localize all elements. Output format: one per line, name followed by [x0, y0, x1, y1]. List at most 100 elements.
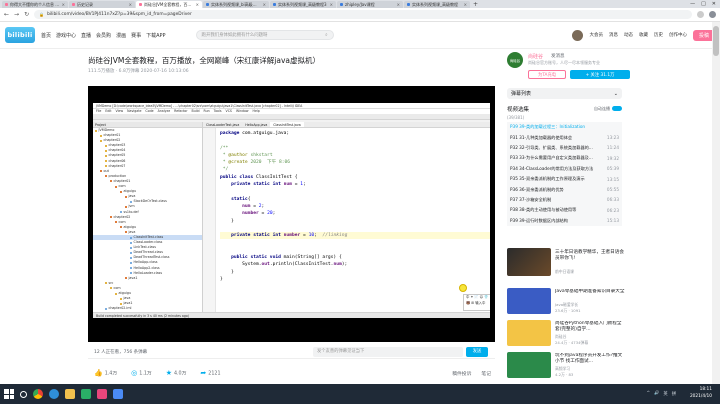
nav-link[interactable]: 会员购	[96, 32, 111, 39]
danmaku-list-toggle[interactable]: 弹幕列表 ⌄	[507, 88, 622, 99]
ad-card[interactable]: 三十年日语教学精华，王者日语会员带你飞! 前中日语课	[507, 248, 625, 276]
playlist-item[interactable]: P34 34-ClassLoader的常用方法及获取方法 05:39	[507, 164, 622, 174]
browser-tab[interactable]: 实体系列视频课_高级教程3 ×	[270, 1, 336, 8]
playlist-item[interactable]: P35 35-双亲委派机制的工作原理及演示 13:15	[507, 174, 622, 184]
tab-close-icon[interactable]: ×	[397, 1, 400, 8]
uploader-name[interactable]: 尚硅谷	[528, 53, 543, 60]
recommend-card[interactable]: 玩不到java程序员开发工作?推文小节 找工作面试... 高频学习 4.2万 · 8…	[507, 352, 622, 378]
ad-thumbnail[interactable]	[507, 248, 551, 276]
tab-close-icon[interactable]: ×	[464, 1, 467, 8]
browser-tab[interactable]: 你得大不懂你的个人信息 - 哔哩哔哩×	[2, 1, 68, 8]
tray-icon[interactable]: 英	[663, 391, 667, 397]
idea-taskbar-icon[interactable]	[97, 389, 107, 399]
thumb-up-icon: 👍	[94, 369, 103, 377]
follow-button[interactable]: + 关注 31.1万	[570, 70, 630, 79]
notes-link[interactable]: 笔记	[481, 370, 491, 377]
close-window-button[interactable]: ✕	[712, 0, 716, 8]
message-link[interactable]: 发消息	[551, 53, 565, 59]
tray-icon[interactable]: 拼	[672, 391, 676, 397]
folder-icon	[110, 180, 112, 183]
browser-tab[interactable]: 尚硅谷JVM全套教程，百万播放×	[136, 1, 202, 8]
avatar[interactable]	[572, 29, 584, 41]
ide-menu-item: Refactor	[174, 109, 188, 113]
share-button[interactable]: ➦ 2121	[200, 369, 220, 377]
video-player[interactable]: JVMDemo [D:\code\workspace_idea5\JVMDemo…	[88, 86, 495, 342]
nav-link[interactable]: 首页	[41, 32, 51, 39]
search-icon[interactable]: ⌕	[325, 32, 327, 38]
playlist-item[interactable]: P38 38-类的主动使用与被动使用等 06:23	[507, 205, 622, 215]
recommend-card[interactable]: 尚硅谷Python零基础入门教程全套(完整的)自学... 尚硅谷 24.4万 · 4…	[507, 320, 622, 346]
browser-tab[interactable]: 实体系列视频课_bi高级教程_3 ×	[203, 1, 269, 8]
recommend-card[interactable]: Java零基础中期准备知识目录大全 Java磁爱学长 23.6万 · 1091	[507, 288, 625, 314]
recommend-title[interactable]: 玩不到java程序员开发工作?推文小节 找工作面试...	[555, 353, 625, 365]
charge-button[interactable]: 为TA充电	[528, 70, 566, 79]
playlist-item[interactable]: P39 39-类的加载过程三：Initialization	[507, 122, 622, 132]
search-taskbar-icon[interactable]	[20, 390, 27, 398]
tab-close-icon[interactable]: ×	[263, 1, 266, 8]
tree-item-label: chapter07	[108, 163, 126, 168]
playlist-item[interactable]: P31 31-几种类加载器的使用体会 13:23	[507, 132, 622, 142]
scrollbar-thumb[interactable]	[713, 26, 719, 56]
uploader-avatar[interactable]: 尚硅谷	[507, 52, 523, 68]
tray-icon[interactable]: 🔊	[654, 391, 659, 397]
nav-link[interactable]: 漫画	[116, 32, 126, 39]
user-link[interactable]: 大会员	[589, 32, 603, 38]
user-link[interactable]: 消息	[609, 32, 618, 38]
recommend-thumbnail[interactable]	[507, 352, 551, 378]
clock[interactable]: 18:11 2021/4/10	[690, 387, 712, 400]
code-line: System.out.println(ClassInitTest.num);	[220, 262, 348, 268]
folder-icon	[125, 205, 127, 208]
extension-icon[interactable]	[697, 11, 704, 18]
report-link[interactable]: 稿件投诉	[452, 370, 471, 377]
browser-tab[interactable]: 实体系列视频课_高级教程 ×	[404, 1, 470, 8]
recommend-thumbnail[interactable]	[507, 320, 551, 346]
user-link[interactable]: 收藏	[639, 32, 648, 38]
reload-icon[interactable]: ↻	[24, 11, 29, 18]
back-icon[interactable]: ←	[4, 11, 9, 18]
wechat-taskbar-icon[interactable]	[81, 389, 91, 399]
tab-close-icon[interactable]: ×	[196, 1, 199, 8]
playlist-item[interactable]: P33 33-为什么需要用户自定义类加载器及... 19:32	[507, 153, 622, 163]
ad-title[interactable]: 三十年日语教学精华，王者日语会员带你飞!	[555, 250, 625, 262]
windows-start-icon[interactable]	[4, 389, 14, 399]
url-field[interactable]: 🔒 bilibili.com/video/BV1PJ411n7xZ?p=39&s…	[34, 10, 692, 19]
nav-link[interactable]: 下载APP	[146, 32, 165, 39]
nav-link[interactable]: 游戏中心	[56, 32, 76, 39]
playlist-item[interactable]: P36 36-双亲委派机制的优势 05:55	[507, 184, 622, 194]
browser-tab[interactable]: zhipley/Jav课程 ×	[337, 1, 403, 8]
forward-icon[interactable]: →	[14, 11, 19, 18]
profile-icon[interactable]	[709, 11, 716, 18]
tray-icon[interactable]: ^	[646, 391, 650, 397]
recommend-title[interactable]: Java零基础中期准备知识目录大全	[555, 289, 625, 301]
minimize-button[interactable]: —	[690, 0, 695, 8]
favorite-button[interactable]: ★ 4.0万	[166, 369, 187, 377]
playlist-item[interactable]: P32 32-引导类、扩展类、系统类加载器的... 11:24	[507, 143, 622, 153]
danmaku-send-button[interactable]: 发送	[466, 347, 488, 357]
autoplay-toggle[interactable]: 自动连播	[594, 106, 622, 112]
search-input[interactable]: 跑开我们身体如此拥有什么问题呀 ⌕	[195, 30, 334, 40]
new-tab-button[interactable]: +	[473, 1, 478, 8]
recommend-title[interactable]: 尚硅谷Python零基础入门教程全套(完整的)自学...	[555, 321, 625, 333]
coin-button[interactable]: ◎ 1.1万	[131, 369, 152, 377]
user-link[interactable]: 动态	[624, 32, 633, 38]
nav-link[interactable]: 赛事	[131, 32, 141, 39]
edge-taskbar-icon[interactable]	[49, 389, 59, 399]
danmaku-input[interactable]: 发个友善的弹幕见证当下	[313, 347, 463, 357]
browser-tab[interactable]: 历史记录 ×	[69, 1, 135, 8]
site-logo[interactable]: bilibili	[5, 27, 35, 43]
page-scrollbar[interactable]	[712, 22, 720, 384]
tab-close-icon[interactable]: ×	[62, 1, 65, 8]
playlist-item[interactable]: P39 39-运行时数据区内部结构 15:13	[507, 216, 622, 226]
chrome-taskbar-icon[interactable]	[33, 389, 43, 399]
nav-link[interactable]: 直播	[81, 32, 91, 39]
like-button[interactable]: 👍 1.4万	[94, 369, 117, 377]
explorer-taskbar-icon[interactable]	[65, 389, 75, 399]
tab-close-icon[interactable]: ×	[129, 1, 132, 8]
user-link[interactable]: 创作中心	[669, 32, 687, 38]
maximize-button[interactable]: □	[701, 0, 706, 8]
recommend-thumbnail[interactable]	[507, 288, 551, 314]
user-link[interactable]: 历史	[654, 32, 663, 38]
app-taskbar-icon[interactable]	[113, 389, 123, 399]
tab-close-icon[interactable]: ×	[330, 1, 333, 8]
playlist-item[interactable]: P37 37-沙箱安全机制 06:33	[507, 195, 622, 205]
